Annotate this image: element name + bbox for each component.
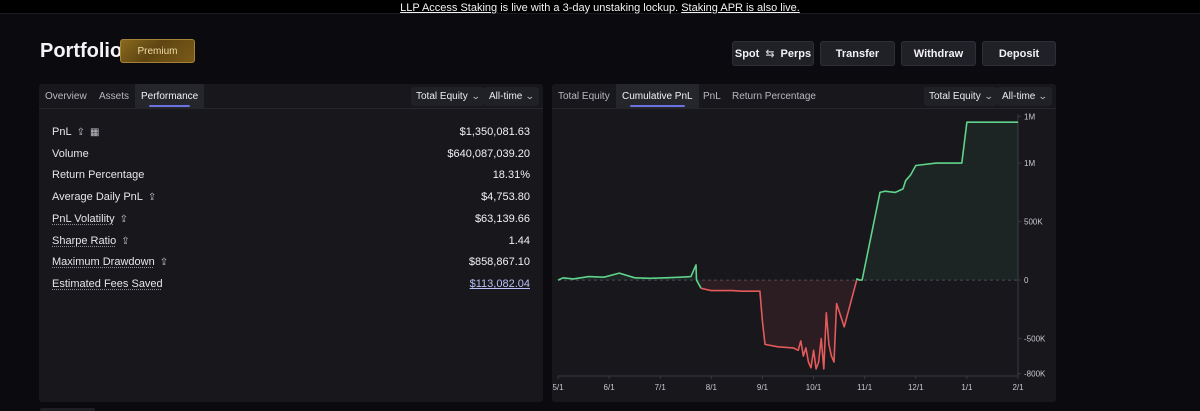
withdraw-button[interactable]: Withdraw	[901, 41, 976, 66]
metric-row-average-daily-pnl: Average Daily PnL ⇪ $4,753.80	[52, 187, 530, 207]
y-tick-label-5: -800K	[1024, 370, 1046, 379]
y-tick-label-2: 500K	[1024, 218, 1043, 227]
metric-row-return-percentage: Return Percentage 18.31%	[52, 165, 530, 185]
series-line-pos-0	[557, 264, 702, 289]
y-tick-label-0: 1M	[1024, 112, 1035, 121]
x-tick-label-6: 11/1	[857, 383, 873, 392]
right-tabbar: Total Equity Cumulative PnL PnL Return P…	[552, 84, 1056, 109]
y-tick-label-4: -500K	[1024, 335, 1046, 344]
metric-label-maximum-drawdown[interactable]: Maximum Drawdown ⇪	[52, 256, 168, 268]
metric-row-maximum-drawdown: Maximum Drawdown ⇪ $858,867.10	[52, 252, 530, 272]
banner-link-llp-staking[interactable]: LLP Access Staking	[400, 2, 497, 14]
metric-label-text: PnL Volatility	[52, 213, 115, 225]
x-tick-label-5: 10/1	[806, 383, 822, 392]
perps-label: Perps	[780, 47, 812, 60]
series-area-pos-2	[856, 122, 1018, 281]
share-icon[interactable]: ⇪	[160, 257, 168, 268]
metric-row-volume: Volume $640,087,039.20	[52, 144, 530, 164]
swap-arrows-icon: ⇆	[765, 48, 775, 60]
metric-value-estimated-fees-saved[interactable]: $113,082.04	[470, 278, 530, 290]
chevron-down-icon: ⌄	[470, 91, 481, 101]
left-metric-dropdown-label: Total Equity	[416, 91, 468, 102]
metric-value-pnl: $1,350,081.63	[459, 126, 530, 138]
tab-overview[interactable]: Overview	[39, 84, 93, 109]
x-tick-label-3: 8/1	[706, 383, 718, 392]
metric-value-maximum-drawdown: $858,867.10	[468, 256, 530, 268]
page-title: Portfolio	[40, 40, 123, 62]
metric-value-volume: $640,087,039.20	[447, 148, 530, 160]
chevron-down-icon: ⌄	[1038, 91, 1049, 101]
metric-label-average-daily-pnl: Average Daily PnL ⇪	[52, 191, 156, 203]
x-tick-label-1: 6/1	[604, 383, 616, 392]
deposit-button[interactable]: Deposit	[982, 41, 1056, 66]
metric-label-estimated-fees-saved[interactable]: Estimated Fees Saved	[52, 278, 163, 290]
metric-value-sharpe-ratio: 1.44	[508, 235, 530, 247]
performance-panel: Overview Assets Performance Total Equity…	[39, 84, 543, 402]
metric-label-text: Average Daily PnL	[52, 191, 143, 203]
x-tick-label-4: 9/1	[757, 383, 769, 392]
metric-label-text: Estimated Fees Saved	[52, 278, 163, 290]
right-range-dropdown-label: All-time	[1002, 91, 1036, 102]
x-tick-label-0: 5/1	[552, 383, 564, 392]
metric-label-text: Return Percentage	[52, 169, 145, 181]
tab-assets[interactable]: Assets	[93, 84, 135, 109]
share-icon[interactable]: ⇪	[148, 192, 156, 203]
chart-svg[interactable]: 1M 1M 500K 0 -500K -800K 5/1 6/1 7/1 8/1 9/1 10/1 11…	[552, 110, 1056, 402]
spot-perps-toggle-button[interactable]: Spot ⇆ Perps	[732, 41, 814, 66]
metric-label-text: Sharpe Ratio	[52, 235, 117, 247]
share-icon[interactable]: ⇪	[77, 127, 85, 138]
metric-value-average-daily-pnl: $4,753.80	[481, 191, 530, 203]
tab-performance[interactable]: Performance	[135, 84, 205, 109]
series-area-neg-1	[701, 280, 857, 369]
metric-label-pnl: PnL ⇪ ▦	[52, 126, 99, 138]
calendar-icon[interactable]: ▦	[90, 127, 99, 138]
chevron-down-icon: ⌄	[525, 91, 536, 101]
right-metric-dropdown-label: Total Equity	[929, 91, 981, 102]
transfer-button[interactable]: Transfer	[820, 41, 895, 66]
banner-link-staking-apr[interactable]: Staking APR is also live.	[681, 2, 800, 14]
x-tick-label-9: 2/1	[1012, 383, 1024, 392]
left-range-dropdown-label: All-time	[489, 91, 523, 102]
metric-row-pnl-volatility: PnL Volatility ⇪ $63,139.66	[52, 209, 530, 229]
tab-pnl[interactable]: PnL	[697, 84, 727, 109]
metric-row-sharpe-ratio: Sharpe Ratio ⇪ 1.44	[52, 231, 530, 251]
metric-label-return-percentage: Return Percentage	[52, 169, 144, 181]
metric-label-sharpe-ratio[interactable]: Sharpe Ratio ⇪	[52, 235, 130, 247]
left-metric-dropdown[interactable]: Total Equity ⌄	[411, 87, 485, 106]
announcement-banner: LLP Access Staking is live with a 3-day …	[0, 0, 1200, 14]
cumulative-pnl-chart[interactable]: 1M 1M 500K 0 -500K -800K 5/1 6/1 7/1 8/1 9/1 10/1 11…	[552, 110, 1056, 402]
chart-panel: Total Equity Cumulative PnL PnL Return P…	[552, 84, 1056, 402]
left-range-dropdown[interactable]: All-time ⌄	[484, 87, 539, 106]
right-metric-dropdown[interactable]: Total Equity ⌄	[924, 87, 998, 106]
chevron-down-icon: ⌄	[983, 91, 994, 101]
metric-value-return-percentage: 18.31%	[492, 169, 530, 181]
left-tabbar: Overview Assets Performance Total Equity…	[39, 84, 543, 109]
tab-return-percentage[interactable]: Return Percentage	[726, 84, 822, 109]
tab-total-equity[interactable]: Total Equity	[552, 84, 616, 109]
spot-label: Spot	[734, 47, 760, 60]
metric-label-text: Maximum Drawdown	[52, 256, 155, 268]
tab-cumulative-pnl[interactable]: Cumulative PnL	[616, 84, 699, 109]
x-tick-label-2: 7/1	[655, 383, 667, 392]
share-icon[interactable]: ⇪	[121, 236, 129, 247]
metric-label-text: PnL	[52, 126, 72, 138]
metric-value-pnl-volatility: $63,139.66	[474, 213, 530, 225]
share-icon[interactable]: ⇪	[120, 214, 128, 225]
x-tick-label-8: 1/1	[961, 383, 973, 392]
banner-text: LLP Access Staking is live with a 3-day …	[400, 2, 800, 14]
premium-badge[interactable]: Premium	[120, 39, 195, 63]
y-tick-label-3: 0	[1024, 276, 1029, 285]
x-tick-label-7: 12/1	[908, 383, 924, 392]
metric-row-pnl: PnL ⇪ ▦ $1,350,081.63	[52, 122, 530, 142]
metric-label-pnl-volatility[interactable]: PnL Volatility ⇪	[52, 213, 128, 225]
right-range-dropdown[interactable]: All-time ⌄	[997, 87, 1052, 106]
y-tick-label-1: 1M	[1024, 159, 1035, 168]
metric-label-volume: Volume	[52, 148, 89, 160]
metric-label-text: Volume	[52, 148, 89, 160]
banner-middle-text: is live with a 3-day unstaking lockup.	[497, 2, 682, 14]
metric-row-estimated-fees-saved: Estimated Fees Saved $113,082.04	[52, 274, 530, 294]
